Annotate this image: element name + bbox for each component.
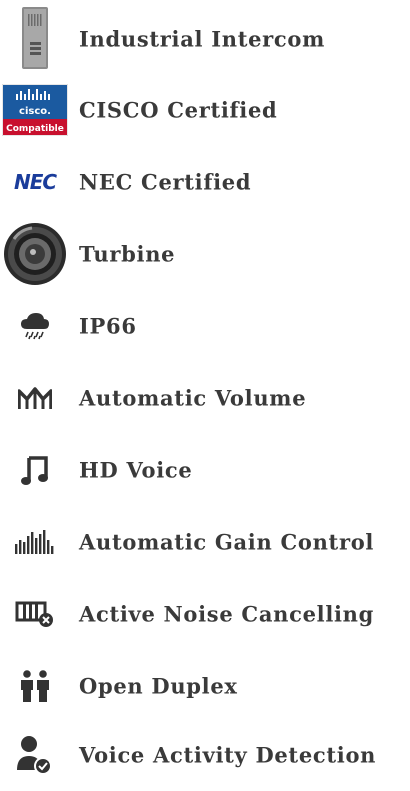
feature-item-nec-certified: NEC NEC Certified bbox=[0, 146, 410, 218]
intercom-device-icon bbox=[0, 3, 70, 75]
feature-item-active-noise-cancelling: Active Noise Cancelling bbox=[0, 578, 410, 650]
nec-logo: NEC bbox=[0, 146, 70, 218]
music-note-icon bbox=[0, 434, 70, 506]
feature-list: Industrial Intercom cisco. Compatible CI… bbox=[0, 0, 410, 776]
feature-label: IP66 bbox=[79, 313, 137, 339]
feature-label: Turbine bbox=[79, 241, 176, 267]
feature-label: HD Voice bbox=[79, 457, 193, 483]
feature-item-cisco-certified: cisco. Compatible CISCO Certified bbox=[0, 74, 410, 146]
automatic-volume-icon bbox=[0, 362, 70, 434]
feature-label: NEC Certified bbox=[79, 169, 252, 195]
two-people-icon bbox=[0, 650, 70, 722]
noise-cancel-icon bbox=[0, 578, 70, 650]
feature-item-ip66: IP66 bbox=[0, 290, 410, 362]
feature-item-automatic-volume: Automatic Volume bbox=[0, 362, 410, 434]
cisco-compatible-logo: cisco. Compatible bbox=[0, 74, 70, 146]
feature-label: Industrial Intercom bbox=[79, 26, 326, 52]
feature-label: Active Noise Cancelling bbox=[79, 601, 375, 627]
rain-cloud-icon bbox=[0, 290, 70, 362]
feature-label: Automatic Gain Control bbox=[79, 529, 375, 555]
feature-item-voice-activity-detection: Voice Activity Detection bbox=[0, 719, 410, 791]
speaker-turbine-icon bbox=[0, 218, 70, 290]
feature-item-automatic-gain-control: Automatic Gain Control bbox=[0, 506, 410, 578]
nec-logo-text: NEC bbox=[13, 170, 57, 194]
feature-label: CISCO Certified bbox=[79, 97, 278, 123]
feature-label: Open Duplex bbox=[79, 673, 238, 699]
feature-item-turbine: Turbine bbox=[0, 218, 410, 290]
compatible-logo-text: Compatible bbox=[6, 124, 64, 134]
feature-label: Automatic Volume bbox=[79, 385, 307, 411]
feature-item-hd-voice: HD Voice bbox=[0, 434, 410, 506]
feature-item-industrial-intercom: Industrial Intercom bbox=[0, 3, 410, 75]
feature-label: Voice Activity Detection bbox=[79, 742, 377, 768]
cisco-logo-text: cisco. bbox=[19, 106, 51, 117]
feature-item-open-duplex: Open Duplex bbox=[0, 650, 410, 722]
gain-bars-icon bbox=[0, 506, 70, 578]
voice-activity-user-icon bbox=[0, 719, 70, 791]
